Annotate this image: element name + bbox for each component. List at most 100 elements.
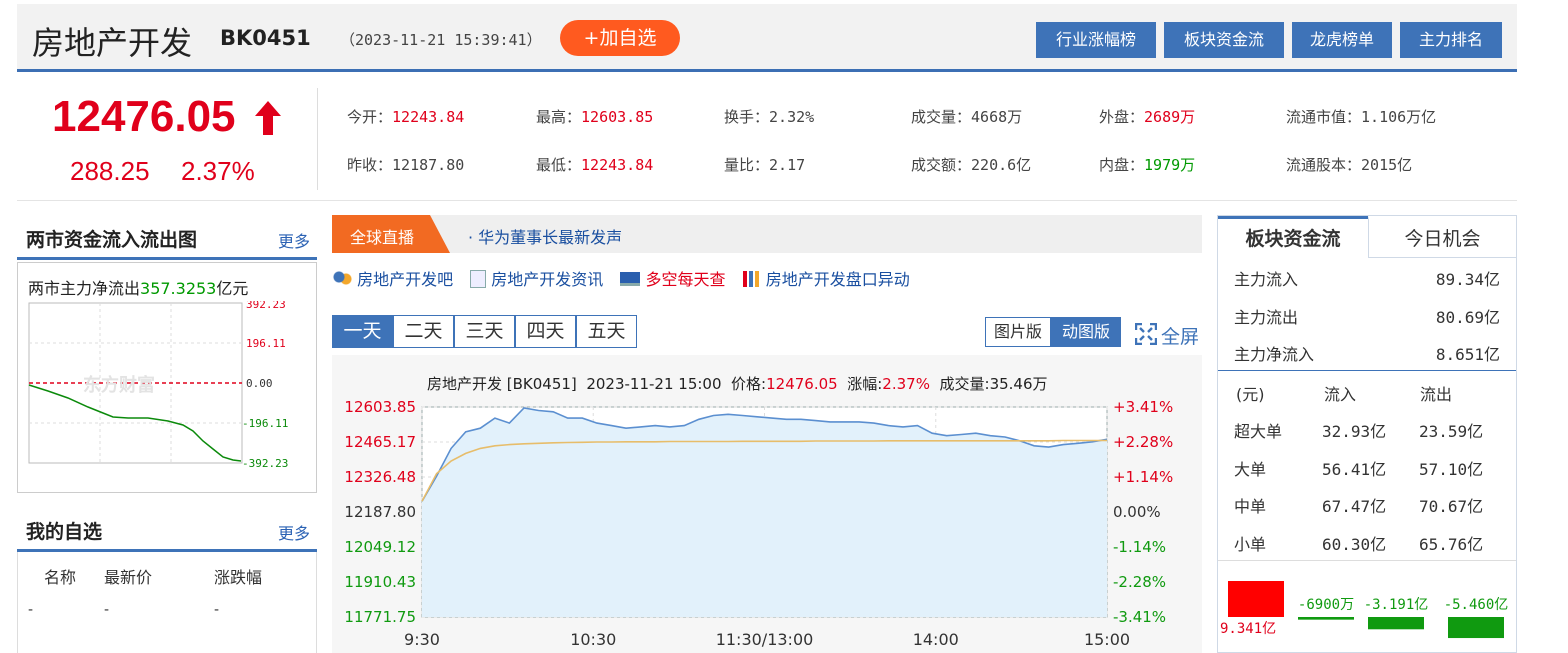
mini-tick: 392.23: [246, 301, 286, 311]
x-tick-label: 10:30: [570, 630, 616, 649]
quote-field: 昨收：12187.80: [347, 154, 464, 175]
image-view-button[interactable]: 图片版: [985, 317, 1051, 347]
quote-field-label: 流通市值：: [1286, 108, 1362, 126]
divider: [17, 200, 1517, 201]
watchlist-cell: -: [104, 602, 110, 618]
monitor-icon: [620, 272, 641, 286]
quote-field: 成交额：220.6亿: [911, 154, 1031, 175]
summary-value: 89.34亿: [1435, 270, 1500, 289]
tab-sector-fund-flow[interactable]: 板块资金流: [1218, 216, 1368, 258]
quote-field: 外盘：2689万: [1099, 106, 1195, 127]
fund-flow-bars: 9.341亿 -6900万 -3.191亿 -5.460亿: [1220, 581, 1509, 639]
quote-field: 换手：2.32%: [724, 106, 814, 127]
fund-row-out: 70.67亿: [1419, 497, 1484, 516]
quote-field-label: 成交额：: [911, 156, 972, 174]
news-headline-link[interactable]: · 华为董事长最新发声: [468, 224, 622, 248]
fund-row-name: 大单: [1234, 459, 1267, 479]
tab-1day[interactable]: 一天: [332, 315, 393, 348]
watchlist-cell: -: [214, 602, 220, 618]
chart-header-vol: 35.46万: [989, 375, 1048, 393]
quote-field-label: 外盘：: [1099, 108, 1145, 126]
sector-fund-flow-link[interactable]: 板块资金流: [1164, 22, 1284, 58]
quote-field-value: 220.6亿: [971, 156, 1032, 174]
last-price: 12476.05: [52, 92, 236, 141]
tab-today-opportunity[interactable]: 今日机会: [1368, 216, 1516, 258]
bar-chart-icon: [742, 271, 761, 287]
live-label[interactable]: 全球直播: [350, 224, 414, 248]
mini-label-unit: 亿元: [216, 279, 249, 298]
quote-field-value: 2.17: [769, 156, 806, 174]
watchlist-col-price: 最新价: [104, 568, 153, 587]
divider: [1218, 370, 1516, 371]
fund-flow-bar: [1368, 617, 1424, 630]
quote-field: 流通股本：2015亿: [1286, 154, 1412, 175]
fund-flow-bar-label: -6900万: [1298, 597, 1354, 613]
quote-field-value: 12243.84: [581, 156, 654, 174]
watchlist-col-name: 名称: [44, 568, 77, 587]
y-tick-label: 12465.17: [344, 433, 416, 451]
fund-table-head: 流出: [1420, 385, 1453, 404]
fund-row-name: 小单: [1234, 534, 1267, 554]
main-force-rank-link[interactable]: 主力排名: [1400, 22, 1502, 58]
fund-row-in: 32.93亿: [1322, 422, 1387, 441]
watchlist-col-change: 涨跌幅: [214, 568, 263, 587]
fullscreen-icon[interactable]: [1135, 323, 1157, 345]
y-pct-tick-label: -1.14%: [1113, 538, 1166, 556]
fund-flow-bar-label: -3.191亿: [1364, 597, 1429, 613]
watchlist-table: 名称 最新价 涨跌幅 - - -: [17, 552, 317, 653]
fund-flow-bar-label: -5.460亿: [1444, 597, 1509, 613]
fund-flow-bar: [1298, 617, 1354, 620]
price-change-pct: 2.37%: [181, 156, 255, 186]
abnormal-move-link[interactable]: 房地产开发盘口异动: [766, 270, 910, 289]
quick-links: 房地产开发吧 房地产开发资讯 多空每天查 房地产开发盘口异动: [332, 266, 910, 290]
x-tick-label: 14:00: [913, 630, 959, 649]
summary-value: 80.69亿: [1435, 307, 1500, 327]
y-pct-tick-label: -2.28%: [1113, 573, 1166, 591]
quote-field-label: 今开：: [347, 108, 393, 126]
fund-row-in: 60.30亿: [1322, 534, 1387, 554]
divider: [1218, 560, 1516, 561]
mini-tick: -196.11: [242, 417, 288, 430]
forum-link[interactable]: 房地产开发吧: [357, 270, 453, 289]
quote-field-label: 换手：: [724, 108, 770, 126]
chart-header-chg-label: 涨幅:: [847, 375, 883, 393]
fund-table-head: (元): [1236, 385, 1265, 404]
chart-header-vol-label: 成交量:: [939, 375, 990, 393]
news-link[interactable]: 房地产开发资讯: [491, 270, 603, 289]
quote-field-value: 2689万: [1144, 108, 1196, 126]
y-tick-label: 11771.75: [344, 608, 416, 626]
y-tick-label: 12326.48: [344, 468, 416, 486]
panel-underline: [17, 257, 317, 260]
industry-gain-rank-link[interactable]: 行业涨幅榜: [1036, 22, 1156, 58]
chart-header-price: 12476.05: [766, 375, 838, 393]
y-pct-tick-label: +3.41%: [1113, 398, 1173, 416]
quote-field-value: 2015亿: [1361, 156, 1413, 174]
chart-header: 房地产开发 [BK0451] 2023-11-21 15:00 价格:12476…: [427, 373, 1048, 394]
y-pct-tick-label: +2.28%: [1113, 433, 1173, 451]
dragon-tiger-link[interactable]: 龙虎榜单: [1292, 22, 1392, 58]
tab-2day[interactable]: 二天: [393, 315, 454, 348]
tab-3day[interactable]: 三天: [454, 315, 515, 348]
summary-label: 主力流出: [1234, 307, 1299, 327]
bull-bear-link[interactable]: 多空每天查: [646, 270, 726, 289]
quote-field-label: 内盘：: [1099, 156, 1145, 174]
add-watchlist-button[interactable]: +加自选: [560, 20, 680, 56]
intraday-chart: 东方财富12603.8512465.1712326.4812187.801204…: [344, 398, 1173, 649]
quote-field-value: 12243.84: [392, 108, 465, 126]
fund-row-out: 23.59亿: [1419, 422, 1484, 441]
fund-flow-more-link[interactable]: 更多: [278, 228, 310, 252]
mini-watermark: 东方财富: [83, 374, 155, 396]
tab-4day[interactable]: 四天: [515, 315, 576, 348]
quote-field-value: 12187.80: [392, 156, 465, 174]
animated-view-button[interactable]: 动图版: [1051, 317, 1121, 347]
live-news-bar: [332, 215, 1202, 253]
fullscreen-button[interactable]: 全屏: [1161, 322, 1199, 349]
mini-chart-plot: 东方财富 392.23 196.11 0.00 -196.11 -392.23: [28, 301, 288, 470]
watchlist-title: 我的自选: [26, 521, 103, 543]
tab-5day[interactable]: 五天: [576, 315, 637, 348]
chart-header-datetime: 2023-11-21 15:00: [586, 375, 722, 393]
y-tick-label: 11910.43: [344, 573, 416, 591]
watchlist-more-link[interactable]: 更多: [278, 520, 310, 544]
quote-field: 最低：12243.84: [536, 154, 653, 175]
mini-label-text: 两市主力净流出: [28, 279, 141, 298]
